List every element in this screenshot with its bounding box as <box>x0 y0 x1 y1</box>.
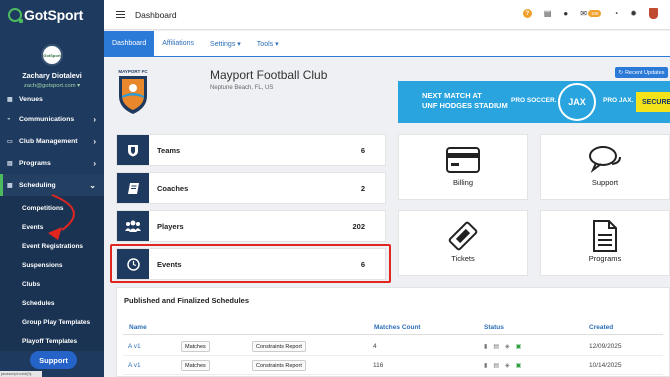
banner-line2: UNF HODGES STADIUM <box>422 101 508 110</box>
sub-navigation: Dashboard Affiliations Settings ▾ Tools … <box>104 31 670 57</box>
matches-button[interactable]: Matches <box>181 341 210 352</box>
column-header-status[interactable]: Status <box>484 324 504 331</box>
banner-tag2: PRO JAX. <box>603 97 634 104</box>
banner-headline: NEXT MATCH AT UNF HODGES STADIUM <box>422 91 508 111</box>
tile-label: Programs <box>588 254 622 263</box>
bookmark-icon[interactable]: ▮ <box>484 362 487 369</box>
recent-updates-label: Recent Updates <box>625 69 665 76</box>
club-badge-icon[interactable] <box>649 8 658 19</box>
svg-text:MAYPORT FC: MAYPORT FC <box>118 69 148 74</box>
menu-icon[interactable] <box>116 11 125 18</box>
status-icons: ▮ ▤ ◈ ▣ <box>484 362 521 369</box>
banner-cta[interactable]: SECURE <box>636 92 670 112</box>
speech-bubble-icon <box>541 144 669 176</box>
events-highlight-box <box>110 244 391 283</box>
stat-value: 6 <box>360 145 365 155</box>
document-icon <box>541 220 669 252</box>
stat-value: 2 <box>360 183 365 193</box>
notes-icon[interactable]: ▤ <box>544 9 552 18</box>
ticket-icon <box>399 220 527 252</box>
bookmark-icon[interactable]: ▮ <box>484 343 487 350</box>
tile-label: Tickets <box>451 254 475 263</box>
notes-icon[interactable]: ▤ <box>493 343 499 350</box>
status-icons: ▮ ▤ ◈ ▣ <box>484 343 521 350</box>
status-bar-url: javascript:void(0); <box>0 371 42 377</box>
user-icon[interactable]: ● <box>563 9 568 18</box>
shield-icon <box>117 135 149 165</box>
stat-label: Coaches <box>157 183 189 193</box>
notes-icon[interactable]: ▤ <box>493 362 499 369</box>
mail-badge: 108 <box>587 10 602 17</box>
tile-programs[interactable]: Programs <box>540 210 670 276</box>
tile-label: Support <box>591 178 619 187</box>
column-header-name[interactable]: Name <box>129 324 147 331</box>
tab-dashboard[interactable]: Dashboard <box>104 31 155 56</box>
matches-count: 4 <box>373 343 377 350</box>
gear-icon[interactable]: ✹ <box>630 9 637 18</box>
banner-line1: NEXT MATCH AT <box>422 91 482 100</box>
billing-icon <box>399 144 527 176</box>
tile-label: Billing <box>452 178 473 187</box>
tile-support[interactable]: Support <box>540 134 670 200</box>
page-title: Dashboard <box>135 10 177 20</box>
constraints-report-button[interactable]: Constraints Report <box>252 341 306 352</box>
banner-tag1: PRO SOCCER. <box>511 97 557 104</box>
published-icon[interactable]: ▣ <box>516 343 522 350</box>
support-button[interactable]: Support <box>30 351 77 369</box>
header-divider <box>123 334 663 335</box>
jax-logo: JAX <box>558 83 596 121</box>
tile-tickets[interactable]: Tickets <box>398 210 528 276</box>
top-icons: ? ▤ ● ✉ 108 ◔ ✹ <box>522 8 658 19</box>
schedules-panel: Published and Finalized Schedules Name M… <box>116 287 670 377</box>
table-row: A v1 Matches Constraints Report 4 ▮ ▤ ◈ … <box>123 338 663 356</box>
club-crest-icon: MAYPORT FC <box>118 69 148 114</box>
players-icon <box>117 211 149 241</box>
tab-affiliations[interactable]: Affiliations <box>154 31 202 56</box>
refresh-icon: ↻ <box>618 69 624 76</box>
column-header-matches-count[interactable]: Matches Count <box>374 324 421 331</box>
created-date: 10/14/2025 <box>589 362 622 369</box>
tab-tools[interactable]: Tools ▾ <box>249 31 287 56</box>
schedule-name-link[interactable]: A v1 <box>128 343 141 350</box>
tab-settings[interactable]: Settings ▾ <box>202 31 249 56</box>
schedule-name-link[interactable]: A v1 <box>128 362 141 369</box>
help-icon[interactable]: ? <box>522 9 532 18</box>
tag-icon[interactable]: ◈ <box>505 362 510 369</box>
tile-billing[interactable]: Billing <box>398 134 528 200</box>
club-name: Mayport Football Club <box>210 68 328 82</box>
published-icon[interactable]: ▣ <box>516 362 522 369</box>
column-header-created[interactable]: Created <box>589 324 613 331</box>
matches-button[interactable]: Matches <box>181 360 210 371</box>
matches-count: 116 <box>373 362 384 369</box>
tag-icon[interactable]: ◈ <box>505 343 510 350</box>
stat-card-players[interactable]: Players 202 <box>116 210 386 242</box>
chat-icon[interactable]: ◔ <box>613 9 618 18</box>
club-location: Neptune Beach, FL, US <box>210 85 274 91</box>
stat-label: Players <box>157 221 184 231</box>
recent-updates-button[interactable]: ↻ Recent Updates <box>615 67 668 78</box>
constraints-report-button[interactable]: Constraints Report <box>252 360 306 371</box>
mail-icon[interactable]: ✉ 108 <box>580 9 602 18</box>
stat-card-teams[interactable]: Teams 6 <box>116 134 386 166</box>
stat-label: Teams <box>157 145 181 155</box>
created-date: 12/09/2025 <box>589 343 622 350</box>
table-row: A v1 Matches Constraints Report 116 ▮ ▤ … <box>123 357 663 375</box>
top-bar: Dashboard ? ▤ ● ✉ 108 ◔ ✹ <box>104 0 670 30</box>
stat-value: 202 <box>352 221 365 231</box>
schedules-title: Published and Finalized Schedules <box>124 296 250 305</box>
annotation-arrow <box>48 194 75 240</box>
promo-banner[interactable]: NEXT MATCH AT UNF HODGES STADIUM PRO SOC… <box>398 81 670 123</box>
stat-card-coaches[interactable]: Coaches 2 <box>116 172 386 204</box>
book-icon <box>117 173 149 203</box>
sidebar: GotSport GotSport Zachary Diotalevi zach… <box>0 0 104 377</box>
